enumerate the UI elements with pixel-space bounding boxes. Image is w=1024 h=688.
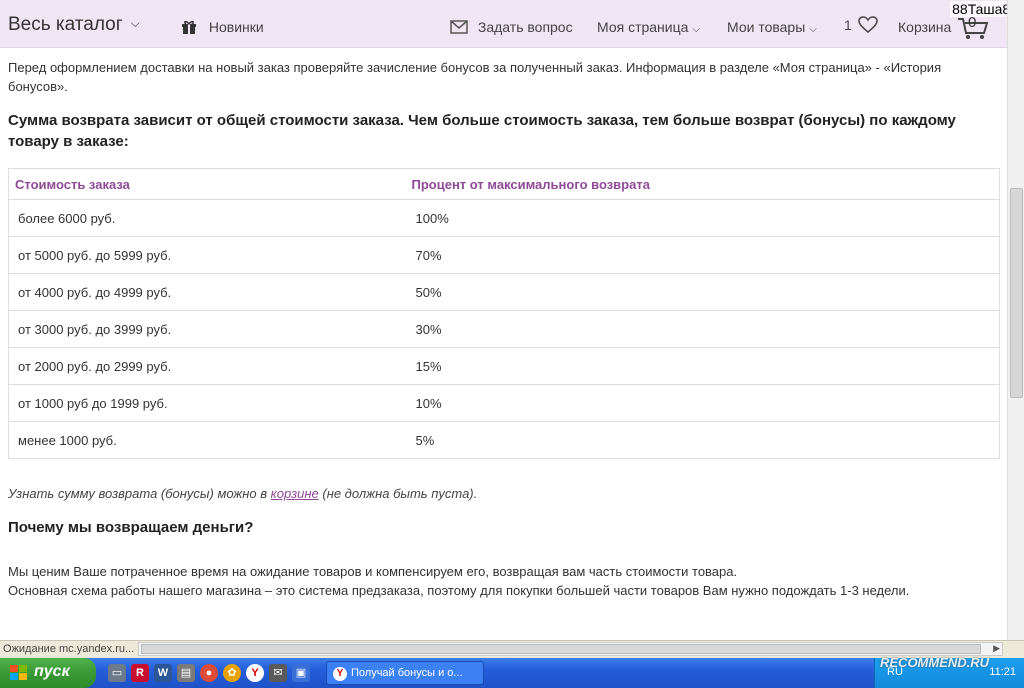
order-cost-cell: от 4000 руб. до 4999 руб. — [8, 273, 408, 311]
table-row: от 3000 руб. до 3999 руб. 30% — [8, 310, 1000, 348]
word-icon[interactable]: W — [154, 664, 172, 682]
order-cost-cell: от 5000 руб. до 5999 руб. — [8, 236, 408, 274]
app-icon[interactable]: ▣ — [292, 664, 310, 682]
app-icon[interactable]: ✉ — [269, 664, 287, 682]
table-row: от 4000 руб. до 4999 руб. 50% — [8, 273, 1000, 311]
show-desktop-icon[interactable]: ▭ — [108, 664, 126, 682]
favorites-count: 1 — [844, 17, 852, 34]
table-row: от 5000 руб. до 5999 руб. 70% — [8, 236, 1000, 274]
app-r-icon[interactable]: R — [131, 664, 149, 682]
bonus-heading: Сумма возврата зависит от общей стоимост… — [8, 112, 956, 150]
watermark-text: RECOMMEND.RU — [880, 655, 990, 670]
top-navigation: Весь каталог ⌵ Новинки Задать вопрос Моя … — [0, 0, 1024, 48]
percent-cell: 15% — [407, 347, 1000, 385]
order-cost-cell: от 3000 руб. до 3999 руб. — [8, 310, 408, 348]
my-page-menu[interactable]: Моя страница ⌵ — [597, 19, 700, 35]
chrome-icon[interactable]: ● — [200, 664, 218, 682]
chevron-down-icon: ⌵ — [130, 16, 140, 30]
start-label: пуск — [34, 663, 70, 680]
yandex-icon: Y — [333, 667, 347, 681]
heart-icon — [857, 16, 878, 37]
explanation-line-2: Основная схема работы нашего магазина – … — [8, 583, 910, 598]
task-title: Получай бонусы и о... — [351, 667, 463, 679]
table-row: менее 1000 руб. 5% — [8, 421, 1000, 459]
ask-question-link[interactable]: Задать вопрос — [450, 19, 573, 37]
clock: 11:21 — [989, 666, 1016, 678]
ask-question-label: Задать вопрос — [477, 19, 573, 35]
column-header: Процент от максимального возврата — [407, 168, 1000, 200]
cart-label: Корзина — [898, 19, 952, 35]
vertical-scrollbar[interactable] — [1007, 0, 1024, 640]
percent-cell: 100% — [407, 199, 1000, 237]
explanation-text: Мы ценим Ваше потраченное время на ожида… — [8, 562, 1008, 600]
new-items-label: Новинки — [208, 19, 264, 35]
order-cost-cell: менее 1000 руб. — [8, 421, 408, 459]
my-goods-label: Мои товары — [727, 19, 806, 35]
bonus-table: Стоимость заказа Процент от максимальног… — [8, 168, 1000, 459]
cart-link[interactable]: Корзина — [898, 19, 951, 35]
vertical-scroll-thumb[interactable] — [1010, 188, 1023, 398]
order-cost-cell: от 1000 руб до 1999 руб. — [8, 384, 408, 422]
envelope-icon — [450, 20, 468, 37]
windows-taskbar: пуск ▭ R W ▤ ● ✿ Y ✉ ▣ Y Получай бонусы … — [0, 658, 1024, 688]
table-header-row: Стоимость заказа Процент от максимальног… — [8, 168, 1000, 200]
catalog-label: Весь каталог — [8, 14, 123, 35]
explanation-line-1: Мы ценим Ваше потраченное время на ожида… — [8, 564, 738, 579]
chevron-down-icon: ⌵ — [692, 24, 701, 35]
cart-note-after: (не должна быть пуста). — [318, 486, 478, 501]
catalog-menu[interactable]: Весь каталог ⌵ — [8, 14, 140, 36]
order-cost-cell: более 6000 руб. — [8, 199, 408, 237]
table-row: от 2000 руб. до 2999 руб. 15% — [8, 347, 1000, 385]
main-content: Перед оформлением доставки на новый зака… — [8, 58, 1003, 152]
scroll-right-arrow-icon[interactable]: ▶ — [993, 643, 1000, 654]
taskbar-window-button[interactable]: Y Получай бонусы и о... — [326, 661, 484, 685]
order-cost-cell: от 2000 руб. до 2999 руб. — [8, 347, 408, 385]
status-text: Ожидание mc.yandex.ru... — [3, 643, 135, 655]
yandex-browser-icon[interactable]: Y — [246, 664, 264, 682]
chevron-down-icon: ⌵ — [809, 24, 817, 35]
intro-text: Перед оформлением доставки на новый зака… — [8, 60, 942, 94]
percent-cell: 10% — [407, 384, 1000, 422]
gift-icon — [181, 20, 197, 37]
start-button[interactable]: пуск — [0, 658, 96, 688]
my-goods-menu[interactable]: Мои товары ⌵ — [727, 19, 817, 35]
percent-cell: 5% — [407, 421, 1000, 459]
percent-cell: 50% — [407, 273, 1000, 311]
new-items-link[interactable]: Новинки — [181, 19, 264, 37]
table-row: более 6000 руб. 100% — [8, 199, 1000, 237]
media-icon[interactable]: ✿ — [223, 664, 241, 682]
column-header: Стоимость заказа — [8, 168, 408, 200]
my-page-label: Моя страница — [597, 19, 689, 35]
cart-note-before: Узнать сумму возврата (бонусы) можно в — [8, 486, 271, 501]
horizontal-scroll-thumb[interactable] — [141, 644, 981, 654]
why-heading: Почему мы возвращаем деньги? — [8, 519, 254, 536]
windows-logo-icon — [10, 665, 28, 681]
cart-note: Узнать сумму возврата (бонусы) можно в к… — [8, 486, 477, 501]
horizontal-scrollbar[interactable]: ▶ — [138, 642, 1003, 656]
percent-cell: 30% — [407, 310, 1000, 348]
percent-cell: 70% — [407, 236, 1000, 274]
table-row: от 1000 руб до 1999 руб. 10% — [8, 384, 1000, 422]
folder-icon[interactable]: ▤ — [177, 664, 195, 682]
cart-link-inline[interactable]: корзине — [271, 486, 319, 501]
favorites-link[interactable]: 1 — [844, 16, 878, 37]
